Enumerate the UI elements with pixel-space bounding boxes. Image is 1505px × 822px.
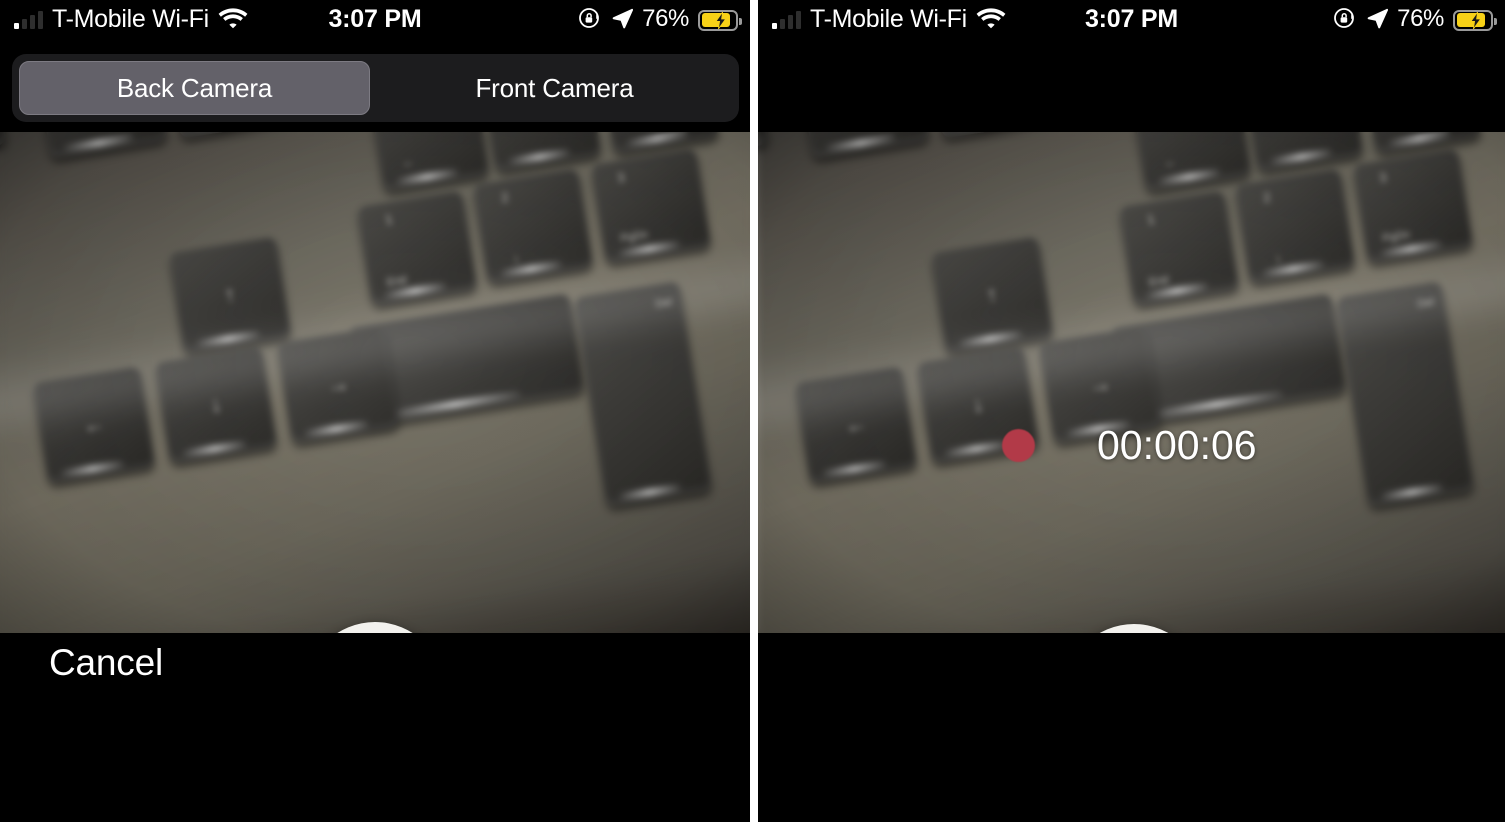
panel-divider: [750, 0, 758, 822]
rotation-lock-icon: [578, 6, 602, 35]
key-label: End: [386, 274, 408, 290]
key-label: ←: [1163, 153, 1179, 171]
segment-back-camera[interactable]: Back Camera: [19, 61, 370, 115]
recording-timer-label: 00:00:06: [1097, 421, 1257, 468]
recording-indicator: 00:00:06: [1002, 420, 1257, 470]
battery-percent-label: 76%: [1397, 5, 1444, 32]
location-arrow-icon: [611, 7, 634, 34]
key-label: PgDn: [619, 228, 649, 246]
key-label: 1: [384, 211, 394, 228]
key-label: PgDn: [1381, 228, 1411, 246]
battery-charging-icon: [1453, 9, 1497, 31]
key-label: 3: [616, 169, 626, 186]
key-label: ←: [401, 153, 417, 171]
key-label: 3: [1378, 169, 1388, 186]
left-screenshot-panel: T-Mobile Wi-Fi 3:07 PM 76% Back Camera F…: [0, 0, 750, 822]
battery-percent-label: 76%: [642, 5, 689, 32]
clock-label: 3:07 PM: [1084, 4, 1179, 33]
key-label: ↓: [511, 249, 521, 266]
camera-preview: Delete End Page Down Home 5 6: [758, 132, 1505, 633]
right-screenshot-panel: T-Mobile Wi-Fi 3:07 PM 76% ← 3 PgDn 2 ↓ …: [758, 0, 1505, 822]
key-label: 2: [500, 189, 510, 206]
key-label: 5: [487, 132, 595, 134]
key-label: 5: [1249, 132, 1357, 134]
location-arrow-icon: [1366, 7, 1389, 34]
segment-front-camera[interactable]: Front Camera: [377, 61, 732, 115]
status-bar: T-Mobile Wi-Fi 3:07 PM 76%: [0, 0, 750, 40]
recording-dot-icon: [1002, 428, 1035, 462]
status-bar-right-group: 76%: [578, 0, 742, 40]
status-bar-right-group: 76%: [1333, 0, 1497, 40]
segment-back-camera-label: Back Camera: [116, 72, 273, 103]
clock-label: 3:07 PM: [328, 4, 422, 33]
keyboard-photo: Delete End Page Down Home 5 6: [0, 132, 750, 633]
rotation-lock-icon: [1333, 6, 1357, 35]
key-label: End: [1148, 274, 1170, 290]
status-bar: T-Mobile Wi-Fi 3:07 PM 76%: [758, 0, 1505, 40]
screenshot-root: T-Mobile Wi-Fi 3:07 PM 76% Back Camera F…: [0, 0, 1505, 822]
key-label: 1: [1146, 211, 1156, 228]
key-label: ↓: [1273, 249, 1283, 266]
cancel-button[interactable]: Cancel: [49, 641, 163, 685]
keyboard-photo: Delete End Page Down Home 5 6: [758, 132, 1505, 633]
camera-source-segmented-control[interactable]: Back Camera Front Camera: [12, 54, 739, 122]
segment-front-camera-label: Front Camera: [475, 72, 634, 103]
key-label: 2: [1262, 189, 1272, 206]
battery-charging-icon: [698, 9, 742, 31]
camera-preview: Delete End Page Down Home 5 6: [0, 132, 750, 633]
cancel-button-label: Cancel: [49, 642, 163, 683]
